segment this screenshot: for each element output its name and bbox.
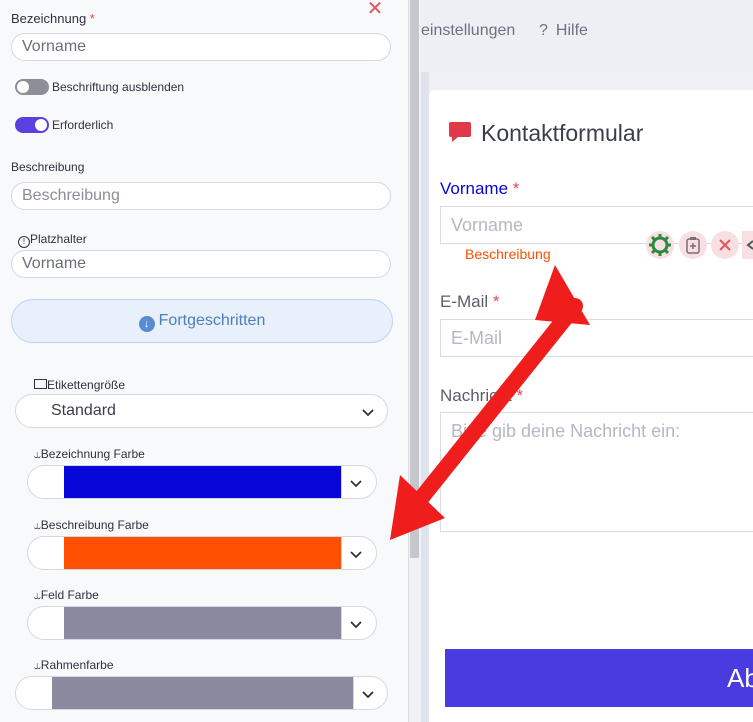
hide-label-text: Beschriftung ausblenden (52, 80, 185, 94)
hide-label-toggle[interactable] (15, 79, 49, 95)
chevron-down-icon (350, 621, 362, 629)
field-color-label: ⥿Feld Farbe (34, 588, 99, 602)
color-drop-icon: ⥿ (34, 588, 41, 602)
delete-icon[interactable] (711, 231, 739, 259)
description-input[interactable]: Beschreibung (11, 182, 391, 210)
advanced-button[interactable]: ↓ Fortgeschritten (11, 299, 393, 343)
form-title: Kontaktformular (481, 120, 644, 146)
nav-help-link[interactable]: ? Hilfe (539, 22, 588, 40)
field-color-swatch (64, 607, 341, 639)
description-field-label: Beschreibung (11, 160, 85, 174)
submit-button[interactable]: Ab (445, 649, 753, 707)
placeholder-input[interactable]: Vorname (11, 250, 391, 278)
label-color-label: ⥿Bezeichnung Farbe (34, 447, 145, 461)
field-settings-panel: Bezeichnung * ✕ Vorname Beschriftung aus… (0, 0, 408, 722)
color-drop-icon: ⥿ (34, 658, 41, 672)
move-icon[interactable] (742, 231, 753, 259)
description-color-swatch (64, 537, 341, 569)
label-color-swatch (64, 466, 341, 498)
info-icon: ! (18, 236, 30, 248)
label-size-select[interactable]: Standard (15, 394, 388, 428)
chevron-down-icon (350, 551, 362, 559)
description-color-label: ⥿Beschreibung Farbe (34, 518, 149, 532)
chevron-down-icon (350, 480, 362, 488)
nav-settings-link[interactable]: einstellungen (421, 22, 515, 40)
color-drop-icon: ⥿ (34, 518, 41, 532)
duplicate-icon[interactable] (679, 231, 707, 259)
gear-icon[interactable] (646, 231, 674, 259)
chevron-down-icon (362, 691, 374, 699)
border-color-picker[interactable] (15, 676, 388, 710)
close-icon[interactable]: ✕ (366, 0, 384, 19)
label-size-label: Etikettengröße (34, 378, 125, 392)
firstname-label: Vorname * (440, 179, 520, 198)
required-toggle[interactable] (15, 117, 49, 133)
arrow-down-circle-icon: ↓ (138, 316, 155, 332)
label-input[interactable]: Vorname (11, 33, 391, 61)
chat-bubble-icon (449, 122, 471, 142)
help-icon: ? (539, 22, 548, 39)
description-color-picker[interactable] (27, 536, 377, 570)
label-color-picker[interactable] (27, 465, 377, 499)
field-color-picker[interactable] (27, 606, 377, 640)
annotation-arrow (390, 265, 590, 540)
required-text: Erforderlich (52, 118, 114, 132)
border-color-label: ⥿Rahmenfarbe (34, 658, 114, 672)
color-drop-icon: ⥿ (34, 447, 41, 461)
label-size-value: Standard (51, 402, 116, 419)
placeholder-field-label: ! Platzhalter (18, 232, 87, 248)
border-color-swatch (52, 677, 353, 709)
label-field-label: Bezeichnung * (11, 11, 95, 26)
label-size-icon (34, 379, 47, 389)
